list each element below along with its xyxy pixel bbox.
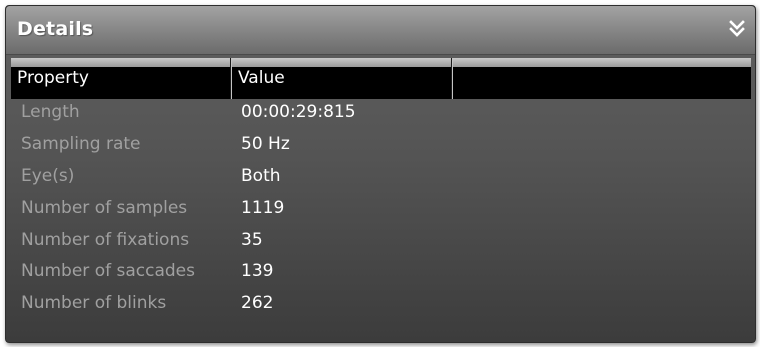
column-header-empty[interactable] <box>453 58 751 99</box>
property-cell: Number of fixations <box>21 230 190 250</box>
table-row[interactable]: Number of saccades 139 <box>6 257 755 288</box>
table-row[interactable]: Eye(s) Both <box>6 162 755 193</box>
details-panel: Details Property Value Length 00:00:29:8… <box>5 5 756 343</box>
value-cell: 262 <box>241 293 274 313</box>
collapse-button[interactable] <box>727 19 747 39</box>
column-header-property[interactable]: Property <box>11 58 232 99</box>
value-cell: 50 Hz <box>241 134 290 154</box>
panel-title: Details <box>17 18 94 40</box>
table-row[interactable]: Sampling rate 50 Hz <box>6 130 755 161</box>
column-header-row: Property Value <box>11 58 751 99</box>
table-row[interactable]: Number of samples 1119 <box>6 194 755 225</box>
property-cell: Eye(s) <box>21 166 75 186</box>
value-cell: 139 <box>241 261 274 281</box>
property-cell: Number of samples <box>21 198 188 218</box>
column-header-label: Value <box>238 68 285 88</box>
column-header-label: Property <box>17 68 89 88</box>
value-cell: 00:00:29:815 <box>241 102 356 122</box>
value-cell: 1119 <box>241 198 285 218</box>
table-row[interactable]: Number of fixations 35 <box>6 226 755 257</box>
property-cell: Number of saccades <box>21 261 195 281</box>
property-cell: Length <box>21 102 80 122</box>
property-cell: Sampling rate <box>21 134 141 154</box>
panel-titlebar: Details <box>6 6 755 55</box>
value-cell: 35 <box>241 230 263 250</box>
property-cell: Number of blinks <box>21 293 167 313</box>
table-row[interactable]: Length 00:00:29:815 <box>6 98 755 129</box>
column-header-value[interactable]: Value <box>232 58 453 99</box>
table-row[interactable]: Number of blinks 262 <box>6 289 755 320</box>
value-cell: Both <box>241 166 281 186</box>
double-chevron-down-icon <box>729 20 745 37</box>
